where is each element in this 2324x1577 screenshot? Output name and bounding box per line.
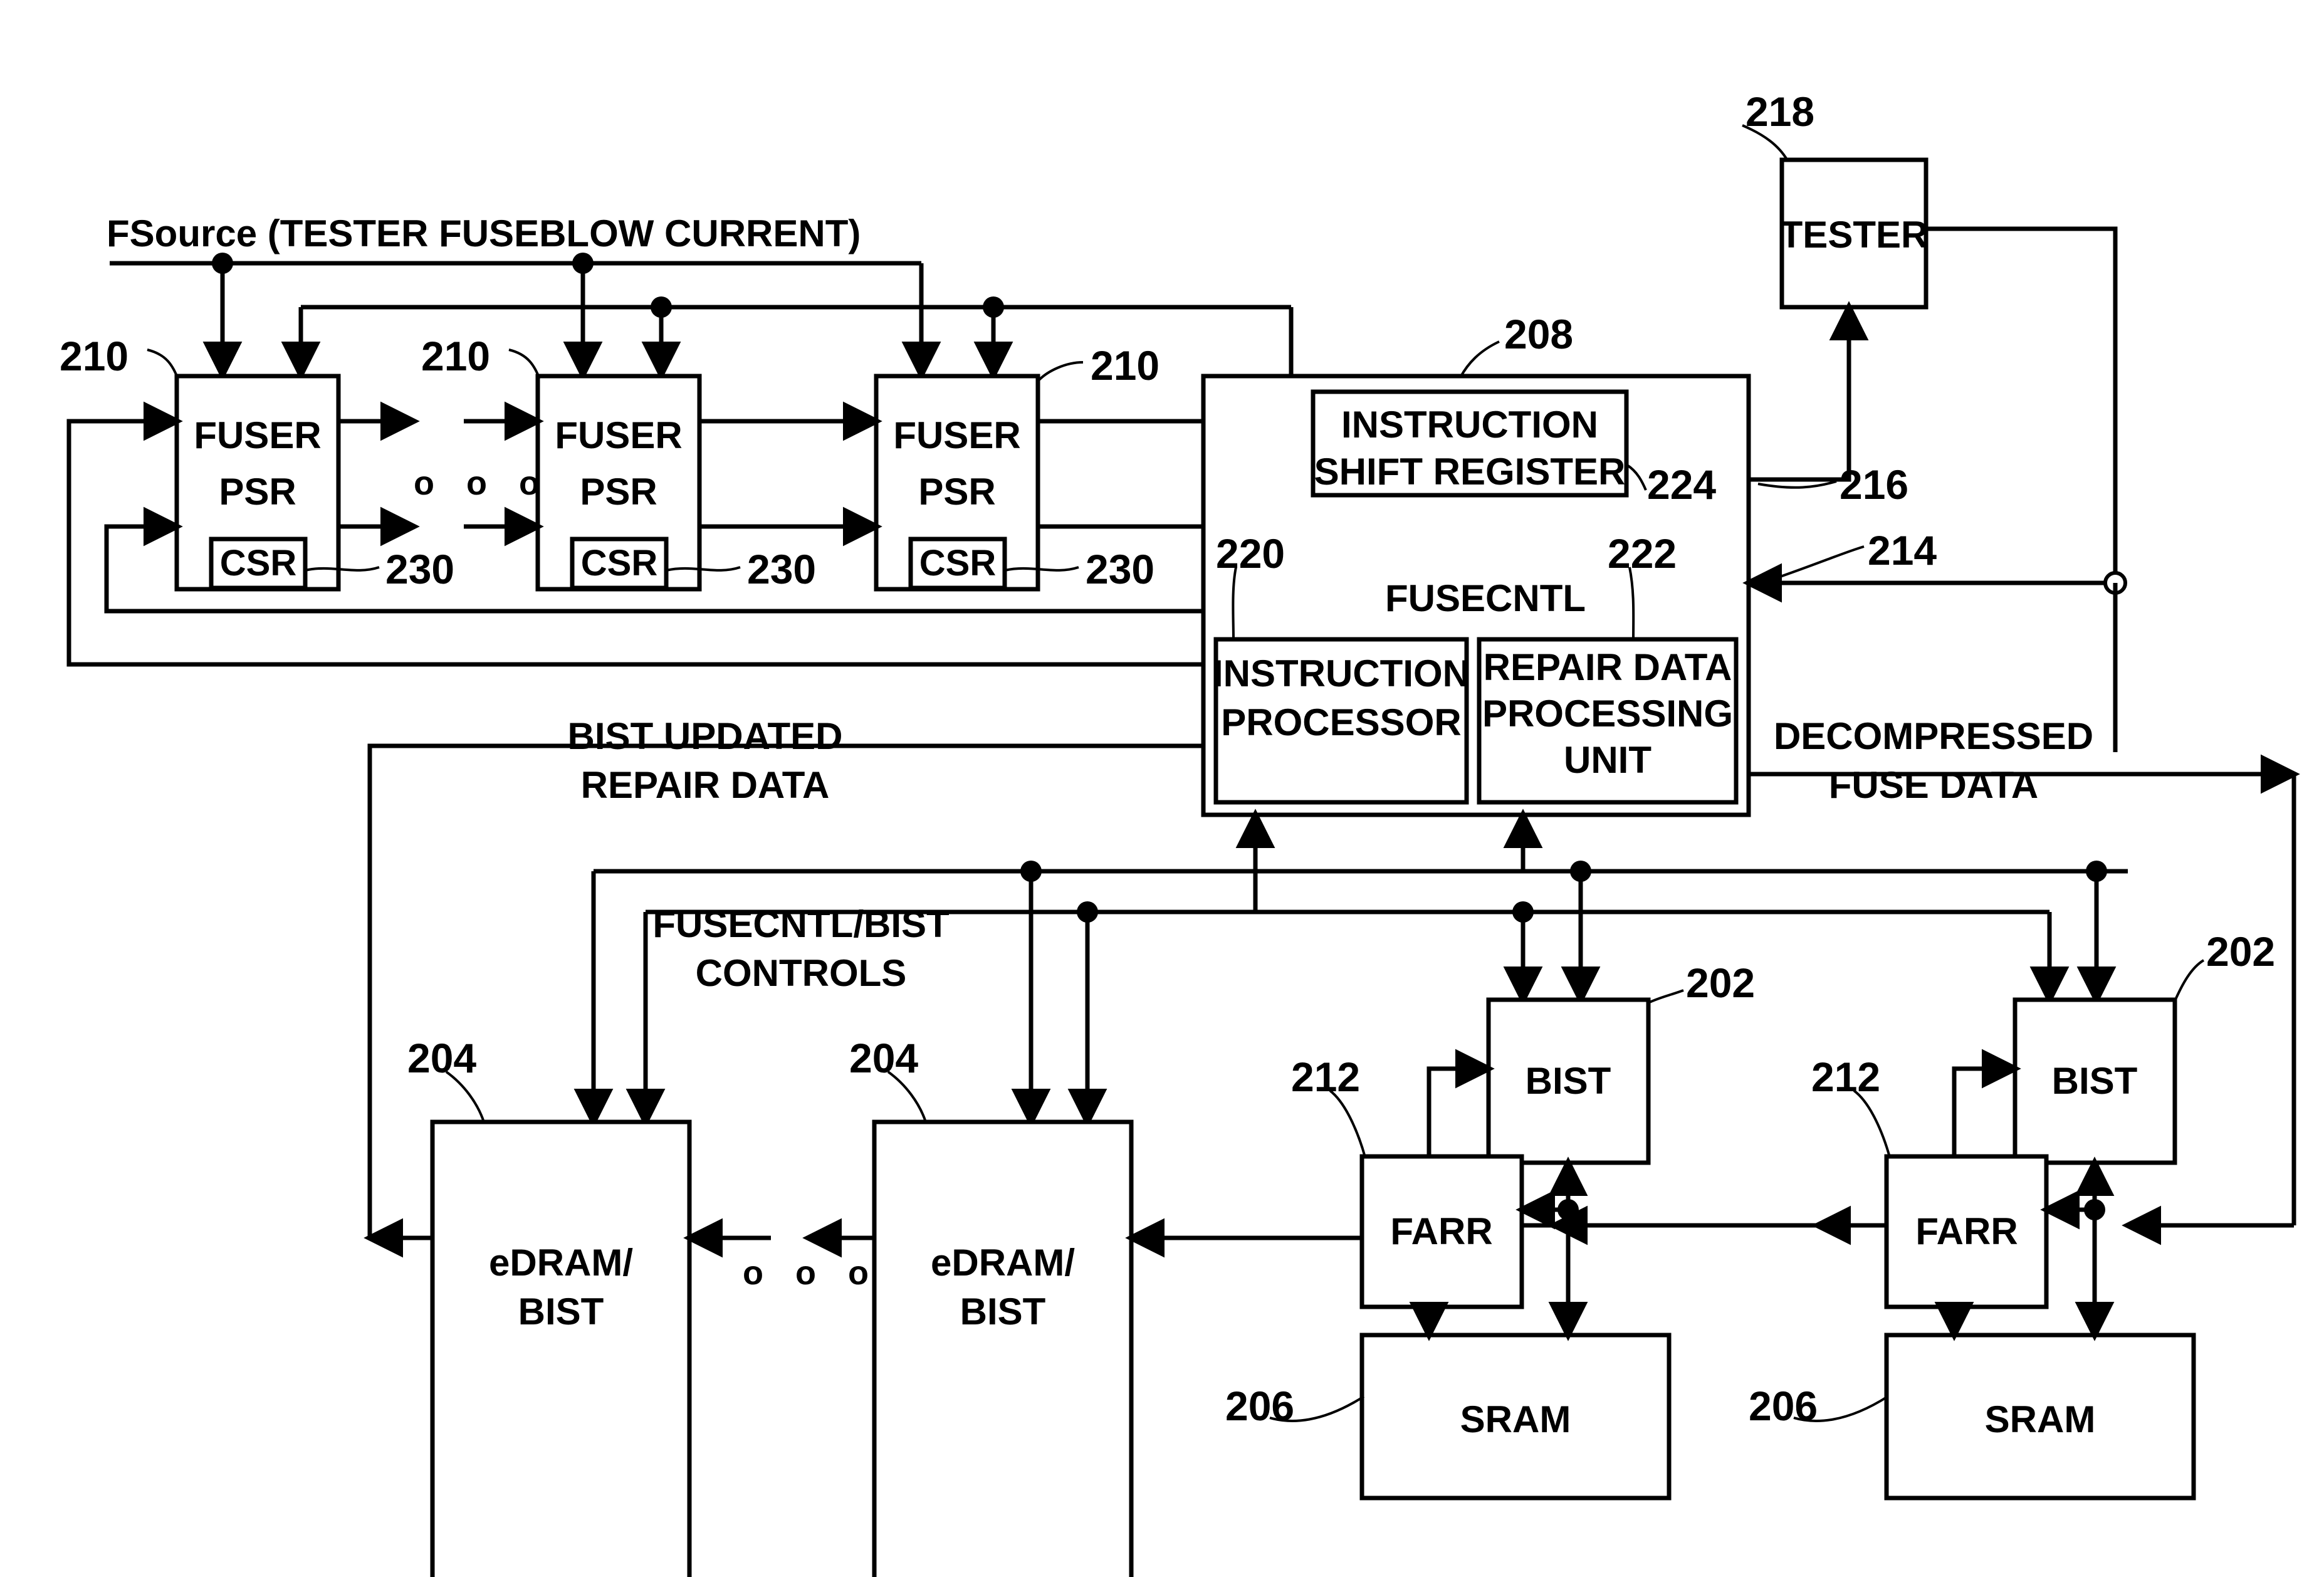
ref-220: 220	[1216, 530, 1285, 577]
fsource-label: FSource (TESTER FUSEBLOW CURRENT)	[107, 212, 861, 254]
tester-out-right	[1926, 226, 2118, 583]
instruction-shift-register-line1: INSTRUCTION	[1341, 404, 1598, 446]
fusecntl-bist-controls-line1: FUSECNTL/BIST	[652, 903, 950, 945]
tester-label: TESTER	[1779, 214, 1929, 256]
ref-214: 214	[1868, 527, 1937, 574]
csr-label-3: CSR	[919, 543, 997, 584]
ellipsis-fuser-psr: o o o	[414, 464, 551, 502]
decompressed-fuse-data-line1: DECOMPRESSED	[1773, 715, 2094, 757]
ref-212-1: 212	[1291, 1054, 1361, 1100]
bist-updated-repair-data-line1: BIST UPDATED	[567, 715, 843, 757]
fuser-psr-label-3-line2: PSR	[918, 471, 996, 513]
ref-224: 224	[1647, 461, 1717, 508]
instruction-shift-register-line2: SHIFT REGISTER	[1314, 451, 1626, 493]
farr-label-2: FARR	[1915, 1210, 2018, 1252]
fuser-psr-label-2-line2: PSR	[580, 471, 657, 513]
ref-210-1: 210	[60, 333, 129, 379]
fuser-psr-label-2-line1: FUSER	[555, 414, 683, 456]
fuser-psr-label-3-line1: FUSER	[893, 414, 1021, 456]
sram-label-2: SRAM	[1984, 1398, 2096, 1440]
ref-230-3: 230	[1086, 546, 1155, 592]
ref-208: 208	[1504, 311, 1574, 357]
bist-label-2: BIST	[2051, 1060, 2138, 1102]
rdpu-line3: UNIT	[1564, 739, 1651, 781]
ref-202-2: 202	[2206, 928, 2276, 975]
ref-212-2: 212	[1811, 1054, 1881, 1100]
fusecntl-to-tester-216	[1749, 301, 1869, 482]
ref-202-1: 202	[1686, 960, 1756, 1006]
edram-bist-label-2-line2: BIST	[960, 1291, 1046, 1333]
ref-206-2: 206	[1749, 1383, 1818, 1429]
edram-bist-block-1	[430, 1119, 692, 1577]
ref-218: 218	[1746, 88, 1815, 135]
ref-206-1: 206	[1225, 1383, 1295, 1429]
farr-label-1: FARR	[1390, 1210, 1493, 1252]
edram-bist-label-1-line2: BIST	[518, 1291, 604, 1333]
edram-bist-label-2-line1: eDRAM/	[930, 1242, 1076, 1284]
ref-230-2: 230	[747, 546, 817, 592]
sram-label-1: SRAM	[1460, 1398, 1571, 1440]
csr-label-2: CSR	[580, 543, 658, 584]
decompressed-fuse-data-line2: FUSE DATA	[1828, 764, 2039, 806]
fuser-psr-label-1-line1: FUSER	[194, 414, 322, 456]
ref-210-3: 210	[1091, 342, 1160, 389]
edram-bist-block-2	[872, 1119, 1134, 1577]
ellipsis-edram-bist: o o o	[743, 1254, 880, 1292]
patent-figure-canvas: FSource (TESTER FUSEBLOW CURRENT) FUSER …	[0, 0, 2324, 1577]
bist-updated-repair-data-line2: REPAIR DATA	[580, 764, 830, 806]
ref-222: 222	[1608, 530, 1677, 577]
ref-230-1: 230	[385, 546, 455, 592]
instruction-processor-line2: PROCESSOR	[1221, 701, 1462, 743]
bist-label-1: BIST	[1525, 1060, 1611, 1102]
ref-204-1: 204	[407, 1035, 477, 1081]
ref-210-2: 210	[421, 333, 491, 379]
farr2-to-bist2	[1952, 1049, 2021, 1156]
fusecntl-bist-controls-line2: CONTROLS	[695, 952, 907, 994]
farr1-to-bist1	[1426, 1049, 1495, 1156]
ref-204-2: 204	[849, 1035, 919, 1081]
csr-label-1: CSR	[219, 543, 297, 584]
instruction-processor-line1: INSTRUCTION	[1213, 652, 1470, 694]
fuser-psr-label-1-line2: PSR	[219, 471, 296, 513]
fusecntl-label: FUSECNTL	[1385, 577, 1586, 619]
rdpu-line2: PROCESSING	[1482, 693, 1734, 735]
edram-bist-label-1-line1: eDRAM/	[488, 1242, 634, 1284]
rdpu-line1: REPAIR DATA	[1483, 646, 1732, 688]
ref-216: 216	[1840, 461, 1909, 508]
